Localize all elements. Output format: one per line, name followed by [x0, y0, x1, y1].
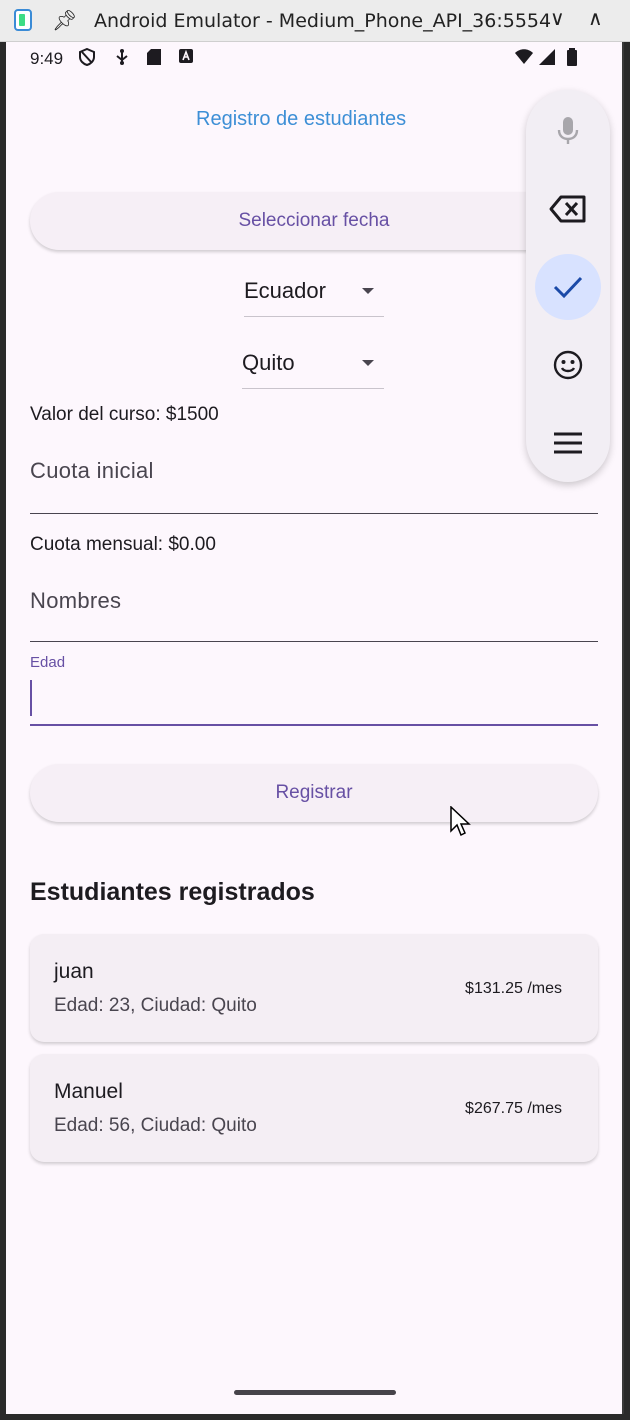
- maximize-button[interactable]: ∧: [588, 6, 603, 30]
- battery-icon: [566, 48, 578, 71]
- floating-keyboard-toolbar: [526, 90, 610, 482]
- city-dropdown[interactable]: Quito: [242, 348, 384, 389]
- chevron-down-icon: [362, 360, 374, 366]
- names-placeholder: Nombres: [30, 588, 122, 613]
- student-card[interactable]: Manuel Edad: 56, Ciudad: Quito $267.75 /…: [30, 1054, 598, 1162]
- down-payment-field[interactable]: Cuota inicial: [30, 452, 598, 516]
- register-button[interactable]: Registrar: [30, 764, 598, 822]
- registered-students-title: Estudiantes registrados: [30, 878, 315, 906]
- names-field[interactable]: Nombres: [30, 582, 598, 644]
- student-details: Edad: 56, Ciudad: Quito: [54, 1115, 257, 1136]
- home-indicator[interactable]: [234, 1390, 396, 1395]
- mic-icon[interactable]: [535, 98, 601, 164]
- text-cursor: [30, 680, 32, 716]
- age-field[interactable]: Edad: [30, 654, 598, 728]
- signal-icon: [538, 48, 556, 71]
- field-underline: [30, 641, 598, 642]
- student-fee: $131.25 /mes: [465, 980, 562, 997]
- menu-icon[interactable]: [535, 410, 601, 476]
- country-dropdown[interactable]: Ecuador: [244, 276, 384, 317]
- student-details: Edad: 23, Ciudad: Quito: [54, 995, 257, 1016]
- emoji-icon[interactable]: [535, 332, 601, 398]
- field-underline: [30, 724, 598, 726]
- monthly-fee-text: Cuota mensual: $0.00: [30, 534, 216, 555]
- usb-icon: [114, 48, 130, 71]
- sd-card-icon: [146, 48, 162, 71]
- student-fee: $267.75 /mes: [465, 1100, 562, 1117]
- minimize-button[interactable]: ∨: [550, 6, 565, 30]
- student-card[interactable]: juan Edad: 23, Ciudad: Quito $131.25 /me…: [30, 934, 598, 1042]
- country-dropdown-value: Ecuador: [244, 278, 326, 303]
- phone-screen: 9:49 Registro de estudiantes Seleccionar…: [6, 42, 624, 1414]
- app-title: Registro de estudiantes: [196, 108, 407, 130]
- pin-icon[interactable]: 📌︎: [52, 8, 77, 33]
- student-name: juan: [54, 960, 94, 983]
- down-payment-placeholder: Cuota inicial: [30, 458, 154, 483]
- mouse-pointer-icon: [450, 806, 471, 837]
- shield-icon: [78, 47, 96, 71]
- emulator-app-icon: [14, 9, 32, 31]
- status-time: 9:49: [30, 49, 64, 68]
- window-title: Android Emulator - Medium_Phone_API_36:5…: [94, 10, 552, 32]
- course-value-text: Valor del curso: $1500: [30, 404, 219, 425]
- wifi-icon: [514, 48, 534, 71]
- chevron-down-icon: [362, 288, 374, 294]
- keyboard-icon: [178, 48, 194, 69]
- emulator-title-bar: 📌︎ Android Emulator - Medium_Phone_API_3…: [0, 0, 630, 42]
- check-icon[interactable]: [535, 254, 601, 320]
- field-underline: [30, 513, 598, 514]
- city-dropdown-value: Quito: [242, 350, 295, 375]
- status-bar: 9:49: [6, 42, 622, 78]
- select-date-button[interactable]: Seleccionar fecha: [30, 192, 598, 250]
- student-name: Manuel: [54, 1080, 123, 1103]
- backspace-icon[interactable]: [535, 176, 601, 242]
- age-field-label: Edad: [30, 654, 66, 671]
